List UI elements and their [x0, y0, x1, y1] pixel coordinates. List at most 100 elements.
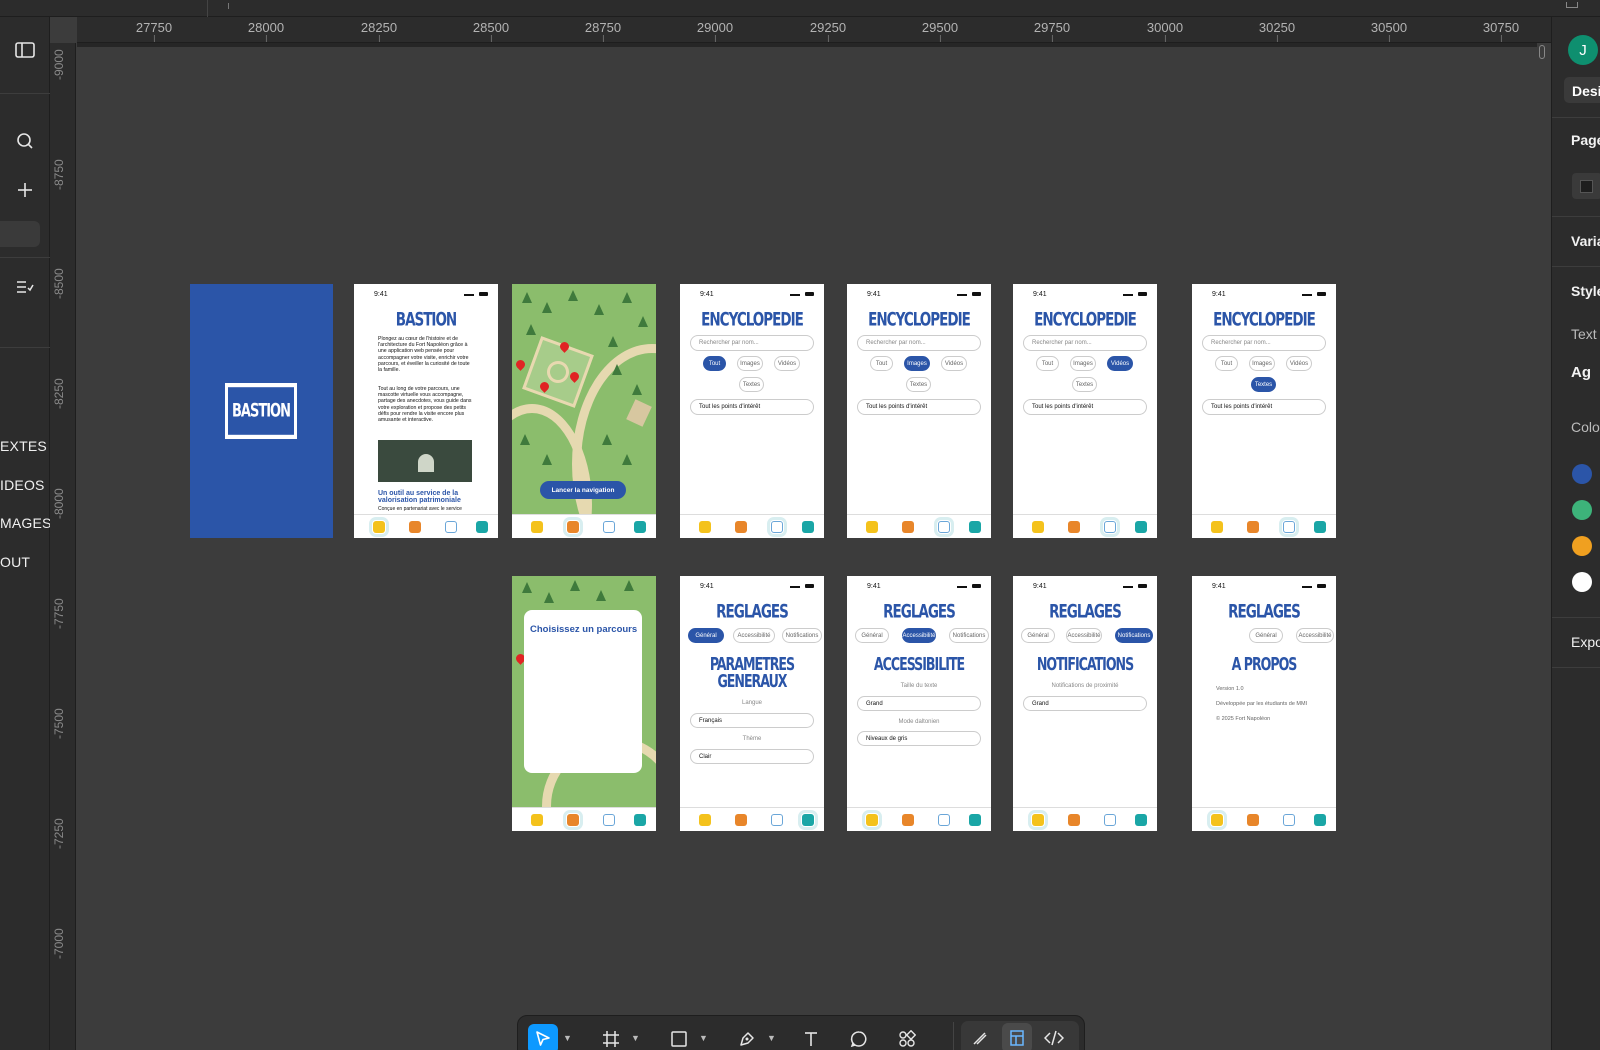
chip-texts[interactable]: Textes: [1251, 377, 1276, 392]
tab-general[interactable]: Général: [688, 628, 724, 643]
book-icon[interactable]: [933, 517, 954, 537]
chip-videos[interactable]: Vidéos: [1286, 356, 1312, 371]
book-icon[interactable]: [1282, 814, 1295, 826]
chevron-down-icon[interactable]: ▼: [563, 1033, 572, 1043]
chip-texts[interactable]: Textes: [739, 377, 764, 392]
poi-filter[interactable]: Tout les points d'intérêt: [857, 399, 981, 415]
window-control-icon[interactable]: [1566, 2, 1578, 8]
castle-icon[interactable]: [698, 521, 711, 533]
add-icon[interactable]: [12, 177, 38, 203]
tab-notifications[interactable]: Notifications: [949, 628, 989, 643]
gear-icon[interactable]: [798, 810, 819, 830]
map-icon[interactable]: [1246, 814, 1259, 826]
map-icon[interactable]: [1067, 521, 1080, 533]
frame-splash[interactable]: BASTION: [190, 284, 333, 538]
book-icon[interactable]: [1278, 517, 1299, 537]
gear-icon[interactable]: [634, 521, 647, 533]
frame-settings-notifications[interactable]: 9:41 REGLAGES Général Accessibilité Noti…: [1013, 576, 1157, 831]
book-icon[interactable]: [602, 814, 615, 826]
tab-accessibility[interactable]: Accessibilité: [902, 628, 936, 643]
gear-icon[interactable]: [1135, 814, 1148, 826]
poi-filter[interactable]: Tout les points d'intérêt: [690, 399, 814, 415]
book-icon[interactable]: [937, 814, 950, 826]
chevron-down-icon[interactable]: ▼: [631, 1033, 640, 1043]
frame-tool-icon[interactable]: [596, 1024, 626, 1050]
book-icon[interactable]: [766, 517, 787, 537]
search-input[interactable]: Rechercher par nom...: [1202, 335, 1326, 351]
chip-images[interactable]: Images: [737, 356, 763, 371]
layers-list-icon[interactable]: [12, 274, 38, 300]
color-swatch-orange[interactable]: [1572, 536, 1592, 556]
comment-tool-icon[interactable]: [844, 1024, 874, 1050]
tab-accessibility[interactable]: Accessibilité: [733, 628, 775, 643]
chip-videos[interactable]: Vidéos: [941, 356, 967, 371]
castle-icon[interactable]: [1206, 810, 1227, 830]
file-tab[interactable]: [0, 0, 208, 17]
book-icon[interactable]: [1099, 517, 1120, 537]
frame-encyclopedia-texts[interactable]: 9:41 ENCYCLOPEDIE Rechercher par nom... …: [1192, 284, 1336, 538]
tab-general[interactable]: Général: [1021, 628, 1055, 643]
chip-texts[interactable]: Textes: [906, 377, 931, 392]
tab-accessibility[interactable]: Accessibilité: [1066, 628, 1102, 643]
chip-all[interactable]: Tout: [703, 356, 726, 371]
book-icon[interactable]: [602, 521, 615, 533]
color-swatch-green[interactable]: [1572, 500, 1592, 520]
chip-all[interactable]: Tout: [1215, 356, 1238, 371]
map-icon[interactable]: [562, 517, 583, 537]
chip-videos[interactable]: Vidéos: [1107, 356, 1133, 371]
pen-tool-icon[interactable]: [732, 1024, 762, 1050]
search-icon[interactable]: [12, 128, 38, 154]
map-icon[interactable]: [562, 810, 583, 830]
design-mode-icon[interactable]: [1002, 1023, 1032, 1050]
sidebar-toggle-icon[interactable]: [12, 37, 38, 63]
castle-icon[interactable]: [530, 814, 543, 826]
draw-mode-icon[interactable]: [965, 1023, 995, 1050]
tab-design[interactable]: Desi: [1564, 77, 1600, 103]
route-card[interactable]: Choisissez un parcours: [524, 610, 642, 773]
layer-item-images[interactable]: MAGES: [0, 515, 52, 531]
gear-icon[interactable]: [1314, 814, 1327, 826]
frame-settings-accessibility[interactable]: 9:41 REGLAGES Général Accessibilité Noti…: [847, 576, 991, 831]
chip-all[interactable]: Tout: [1036, 356, 1059, 371]
frame-home[interactable]: 9:41 BASTION Plongez au cœur de l'histoi…: [354, 284, 498, 538]
user-avatar[interactable]: J: [1568, 35, 1598, 65]
map-icon[interactable]: [734, 814, 747, 826]
text-style-ag[interactable]: Ag: [1571, 364, 1591, 381]
castle-icon[interactable]: [698, 814, 711, 826]
frame-encyclopedia-all[interactable]: 9:41 ENCYCLOPEDIE Rechercher par nom... …: [680, 284, 824, 538]
gear-icon[interactable]: [969, 814, 982, 826]
layer-item-about[interactable]: OUT: [0, 554, 30, 570]
chip-texts[interactable]: Textes: [1072, 377, 1097, 392]
tab-notifications[interactable]: Notifications: [782, 628, 822, 643]
frame-encyclopedia-images[interactable]: 9:41 ENCYCLOPEDIE Rechercher par nom... …: [847, 284, 991, 538]
map-icon[interactable]: [1067, 814, 1080, 826]
chip-images[interactable]: Images: [904, 356, 930, 371]
selected-layer-highlight[interactable]: [0, 221, 40, 247]
chevron-down-icon[interactable]: ▼: [699, 1033, 708, 1043]
book-icon[interactable]: [770, 814, 783, 826]
tab-accessibility[interactable]: Accessibilité: [1296, 628, 1334, 643]
gear-icon[interactable]: [802, 521, 815, 533]
castle-icon[interactable]: [865, 521, 878, 533]
frame-choose-route[interactable]: Choisissez un parcours: [512, 576, 656, 831]
chip-images[interactable]: Images: [1070, 356, 1096, 371]
castle-icon[interactable]: [1031, 521, 1044, 533]
layer-item-videos[interactable]: IDEOS: [0, 477, 45, 493]
move-tool-icon[interactable]: [528, 1024, 558, 1050]
search-input[interactable]: Rechercher par nom...: [690, 335, 814, 351]
map-pin-icon[interactable]: [514, 358, 527, 371]
book-icon[interactable]: [1103, 814, 1116, 826]
start-navigation-button[interactable]: Lancer la navigation: [540, 481, 626, 499]
tab-general[interactable]: Général: [1249, 628, 1283, 643]
frame-settings-about[interactable]: 9:41 REGLAGES Général Accessibilité A PR…: [1192, 576, 1336, 831]
chip-videos[interactable]: Vidéos: [774, 356, 800, 371]
map-icon[interactable]: [1246, 521, 1259, 533]
actions-tool-icon[interactable]: [892, 1024, 922, 1050]
tab-general[interactable]: Général: [855, 628, 889, 643]
frame-map[interactable]: Lancer la navigation: [512, 284, 656, 538]
chip-all[interactable]: Tout: [870, 356, 893, 371]
theme-select[interactable]: Clair: [690, 749, 814, 764]
horizontal-scrollbar[interactable]: [77, 43, 1537, 47]
map-icon[interactable]: [901, 814, 914, 826]
dev-mode-icon[interactable]: [1039, 1023, 1069, 1050]
